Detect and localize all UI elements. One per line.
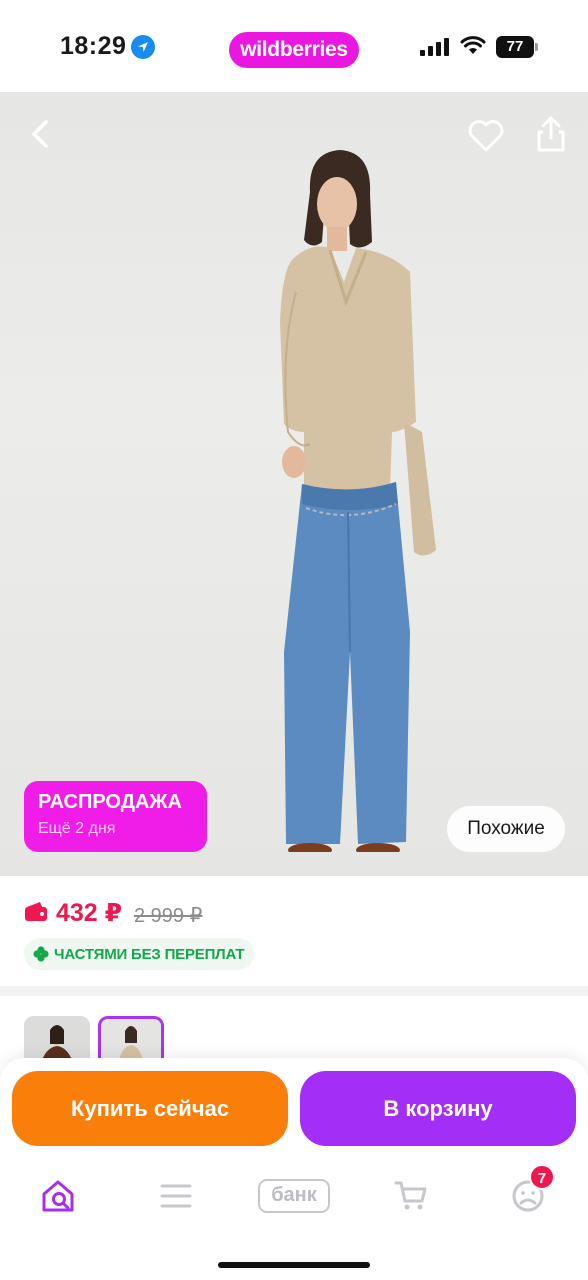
clover-icon: [33, 946, 49, 962]
wallet-icon: [25, 902, 47, 921]
old-price: 2 999 ₽: [134, 905, 203, 927]
add-to-cart-button[interactable]: В корзину: [300, 1071, 576, 1146]
share-button[interactable]: [531, 112, 571, 156]
installments-badge[interactable]: ЧАСТЯМИ БЕЗ ПЕРЕПЛАТ: [24, 938, 255, 970]
tab-catalog[interactable]: [146, 1168, 206, 1224]
battery-tip: [535, 43, 538, 51]
product-photo-model: [280, 150, 436, 852]
product-image[interactable]: РАСПРОДАЖА Ещё 2 дня Похожие: [0, 92, 588, 876]
wifi-icon: [460, 36, 486, 54]
bank-icon: банк: [258, 1179, 330, 1213]
signal-icon: [420, 38, 449, 56]
profile-notification-badge: 7: [529, 1164, 555, 1190]
sale-badge-subtitle: Ещё 2 дня: [38, 820, 116, 837]
back-icon: [32, 120, 48, 148]
status-bar: 18:29 wildberries 77: [0, 0, 588, 92]
menu-icon: [160, 1184, 192, 1208]
tab-home[interactable]: [28, 1168, 88, 1224]
back-button[interactable]: [22, 114, 62, 154]
cart-icon: [394, 1181, 427, 1210]
favorite-button[interactable]: [466, 116, 506, 156]
installments-label: ЧАСТЯМИ БЕЗ ПЕРЕПЛАТ: [54, 945, 245, 963]
tab-bank[interactable]: банк: [254, 1168, 334, 1224]
sale-badge[interactable]: РАСПРОДАЖА Ещё 2 дня: [24, 781, 207, 852]
brand-logo: wildberries: [229, 32, 359, 68]
section-divider: [0, 986, 588, 996]
location-arrow-icon: [131, 35, 155, 59]
home-indicator: [218, 1262, 370, 1268]
status-time: 18:29: [60, 32, 127, 60]
heart-icon: [468, 120, 504, 152]
color-variants: [0, 996, 588, 1066]
price-card: 432 ₽ 2 999 ₽ ЧАСТЯМИ БЕЗ ПЕРЕПЛАТ: [0, 876, 588, 986]
tab-bar: банк 7: [0, 1164, 588, 1228]
tab-cart[interactable]: [381, 1168, 441, 1224]
similar-button[interactable]: Похожие: [447, 806, 565, 852]
home-search-icon: [42, 1180, 74, 1212]
share-icon: [537, 116, 565, 152]
sale-badge-title: РАСПРОДАЖА: [38, 791, 182, 813]
battery-icon: 77: [496, 36, 534, 58]
buy-now-button[interactable]: Купить сейчас: [12, 1071, 288, 1146]
current-price: 432 ₽: [56, 899, 123, 927]
